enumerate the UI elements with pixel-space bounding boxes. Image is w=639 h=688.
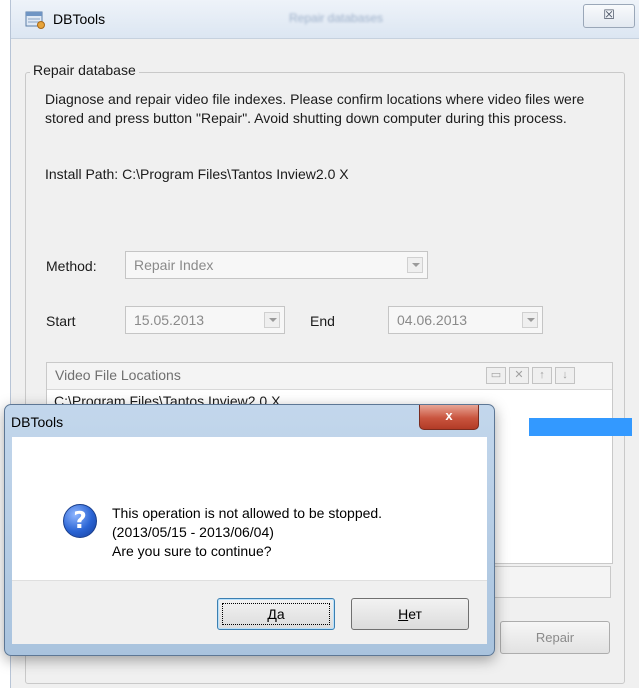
group-legend: Repair database (30, 62, 139, 78)
yes-button[interactable]: Да (217, 598, 335, 630)
locations-header: Video File Locations ▭ ✕ ↑ ↓ (47, 363, 612, 390)
no-button[interactable]: Нет (351, 598, 469, 630)
main-titlebar: DBTools Repair databases ☒ (11, 0, 639, 39)
dialog-body: ? This operation is not allowed to be st… (12, 437, 487, 580)
description-text: Diagnose and repair video file indexes. … (45, 91, 585, 126)
start-date-value: 15.05.2013 (134, 312, 205, 328)
location-row-selected[interactable] (529, 418, 632, 436)
install-path-line: Install Path: C:\Program Files\Tantos Inv… (45, 166, 349, 182)
start-date-picker[interactable]: 15.05.2013 (125, 306, 285, 334)
database-tools-icon (25, 11, 45, 29)
end-date-picker[interactable]: 04.06.2013 (388, 306, 543, 334)
method-value: Repair Index (134, 257, 214, 273)
locations-header-text: Video File Locations (55, 367, 181, 383)
repair-button[interactable]: Repair (500, 621, 610, 654)
chevron-down-icon (264, 312, 280, 328)
end-date-value: 04.06.2013 (397, 312, 468, 328)
message-line: (2013/05/15 - 2013/06/04) (112, 524, 274, 540)
close-icon: x (445, 408, 453, 423)
confirm-dialog: DBTools x ? This operation is not allowe… (4, 404, 495, 656)
install-path-value: C:\Program Files\Tantos Inview2.0 X (122, 166, 349, 182)
install-path-label: Install Path: (45, 166, 119, 182)
close-icon: ☒ (603, 7, 615, 22)
status-field (480, 566, 611, 598)
chevron-down-icon (522, 312, 538, 328)
main-close-button[interactable]: ☒ (583, 4, 635, 28)
end-label: End (310, 313, 335, 329)
message-line: This operation is not allowed to be stop… (112, 505, 383, 521)
ghost-title-tab: Repair databases (289, 11, 384, 25)
delete-icon[interactable]: ✕ (509, 367, 529, 384)
arrow-up-icon[interactable]: ↑ (532, 367, 552, 384)
question-icon: ? (63, 504, 97, 538)
focus-rectangle (222, 603, 330, 625)
no-hotkey: Н (398, 606, 409, 622)
method-label: Method: (46, 258, 97, 274)
arrow-down-icon[interactable]: ↓ (555, 367, 575, 384)
method-select[interactable]: Repair Index (125, 251, 428, 279)
chevron-down-icon (407, 257, 423, 273)
no-label-rest: ет (408, 606, 422, 622)
main-window-title: DBTools (53, 11, 106, 27)
dialog-message: This operation is not allowed to be stop… (112, 504, 382, 561)
folder-add-icon[interactable]: ▭ (486, 367, 506, 384)
message-line: Are you sure to continue? (112, 543, 272, 559)
dialog-close-button[interactable]: x (419, 405, 479, 430)
start-label: Start (46, 313, 76, 329)
dialog-title: DBTools (11, 414, 64, 430)
